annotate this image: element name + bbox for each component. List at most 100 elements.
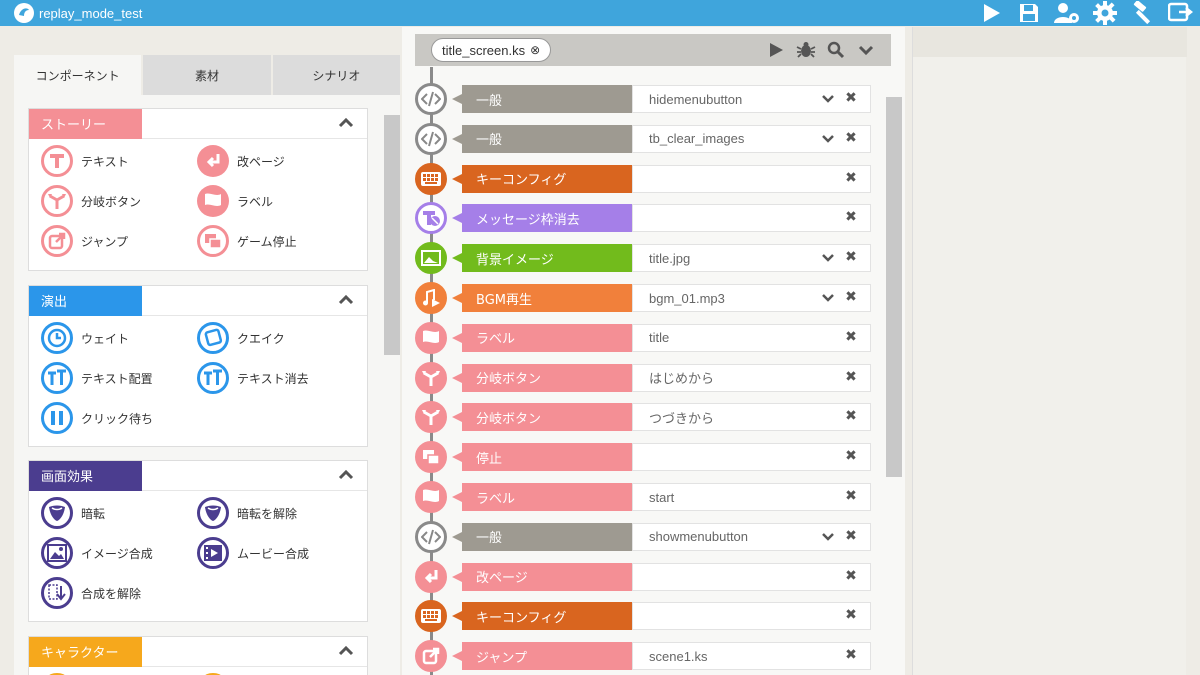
command-label[interactable]: 背景イメージ	[452, 244, 632, 273]
export-button[interactable]	[1162, 0, 1200, 26]
settings-button[interactable]	[1086, 0, 1124, 26]
delete-icon[interactable]: ✖	[843, 488, 859, 504]
component-wait[interactable]: ウェイト	[41, 322, 129, 354]
collapse-button[interactable]	[851, 38, 881, 62]
command-value[interactable]: tb_clear_images	[632, 124, 871, 153]
component-branch-button[interactable]: 分岐ボタン	[41, 185, 141, 217]
command-label[interactable]: 分岐ボタン	[452, 403, 632, 432]
chevron-up-icon[interactable]	[337, 114, 355, 132]
command-label[interactable]: ジャンプ	[452, 642, 632, 671]
component-fade-in[interactable]: 暗転を解除	[197, 497, 297, 529]
command-value[interactable]: bgm_01.mp3	[632, 284, 871, 312]
command-label[interactable]: キーコンフィグ	[452, 164, 632, 193]
scenario-row[interactable]: メッセージ枠消去 ✖	[415, 202, 875, 235]
delete-icon[interactable]: ✖	[843, 249, 859, 265]
command-label[interactable]: 改ページ	[452, 562, 632, 591]
scenario-row[interactable]: ラベル start ✖	[415, 481, 875, 513]
delete-icon[interactable]: ✖	[843, 568, 859, 584]
delete-icon[interactable]: ✖	[843, 369, 859, 385]
command-value[interactable]	[632, 164, 871, 193]
scenario-row[interactable]: 改ページ ✖	[415, 560, 875, 593]
scenario-row[interactable]: 停止 ✖	[415, 441, 875, 474]
search-button[interactable]	[821, 38, 851, 62]
user-settings-button[interactable]	[1048, 0, 1086, 26]
build-button[interactable]	[1124, 0, 1162, 26]
tab-components[interactable]: コンポーネント	[14, 55, 142, 95]
component-text-clear[interactable]: テキスト消去	[197, 362, 309, 394]
run-scenario-button[interactable]	[761, 38, 791, 62]
command-label[interactable]: 分岐ボタン	[452, 363, 632, 392]
command-label[interactable]: BGM再生	[452, 284, 632, 312]
command-value[interactable]: つづきから	[632, 403, 871, 432]
command-value[interactable]	[632, 562, 871, 591]
component-movie-compose[interactable]: ムービー合成	[197, 537, 309, 569]
component-fade-out[interactable]: 暗転	[41, 497, 105, 529]
scenario-row[interactable]: BGM再生 bgm_01.mp3 ✖	[415, 282, 875, 314]
component-image-compose[interactable]: イメージ合成	[41, 537, 153, 569]
component-text[interactable]: テキスト	[41, 145, 129, 177]
scenario-row[interactable]: 一般 tb_clear_images ✖	[415, 122, 875, 155]
scenario-row[interactable]: ラベル title ✖	[415, 321, 875, 354]
delete-icon[interactable]: ✖	[843, 90, 859, 106]
delete-icon[interactable]: ✖	[843, 448, 859, 464]
command-value[interactable]	[632, 443, 871, 472]
scenario-row[interactable]: キーコンフィグ ✖	[415, 162, 875, 195]
command-label[interactable]: 一般	[452, 124, 632, 153]
command-value[interactable]: title.jpg	[632, 244, 871, 273]
command-value[interactable]	[632, 204, 871, 233]
command-value[interactable]: title	[632, 323, 871, 352]
component-click-wait[interactable]: クリック待ち	[41, 402, 153, 434]
command-label[interactable]: メッセージ枠消去	[452, 204, 632, 233]
scenario-scrollbar[interactable]	[886, 97, 902, 477]
chevron-up-icon[interactable]	[337, 642, 355, 660]
component-label[interactable]: ラベル	[197, 185, 273, 217]
delete-icon[interactable]: ✖	[843, 408, 859, 424]
chevron-down-icon[interactable]	[821, 132, 835, 146]
component-game-stop[interactable]: ゲーム停止	[197, 225, 297, 257]
delete-icon[interactable]: ✖	[843, 289, 859, 305]
scenario-row[interactable]: 一般 hidemenubutton ✖	[415, 83, 875, 115]
tab-scenario[interactable]: シナリオ	[272, 55, 400, 95]
save-button[interactable]	[1010, 0, 1048, 26]
delete-icon[interactable]: ✖	[843, 607, 859, 623]
scenario-row[interactable]: 分岐ボタン つづきから ✖	[415, 401, 875, 434]
component-compose-clear[interactable]: 合成を解除	[41, 577, 141, 609]
delete-icon[interactable]: ✖	[843, 528, 859, 544]
chevron-up-icon[interactable]	[337, 291, 355, 309]
command-value[interactable]: showmenubutton	[632, 522, 871, 551]
command-label[interactable]: 停止	[452, 443, 632, 472]
debug-button[interactable]	[791, 38, 821, 62]
delete-icon[interactable]: ✖	[843, 209, 859, 225]
file-tab[interactable]: title_screen.ks ⊗	[431, 38, 552, 62]
scenario-row[interactable]: 一般 showmenubutton ✖	[415, 520, 875, 553]
scenario-row[interactable]: ジャンプ scene1.ks ✖	[415, 640, 875, 673]
component-scrollbar[interactable]	[384, 115, 400, 355]
component-jump[interactable]: ジャンプ	[41, 225, 128, 257]
scenario-row[interactable]: 分岐ボタン はじめから ✖	[415, 361, 875, 394]
chevron-up-icon[interactable]	[337, 466, 355, 484]
command-value[interactable]: はじめから	[632, 363, 871, 392]
delete-icon[interactable]: ✖	[843, 329, 859, 345]
command-label[interactable]: ラベル	[452, 483, 632, 511]
close-icon[interactable]: ⊗	[530, 43, 540, 57]
component-text-placement[interactable]: テキスト配置	[41, 362, 153, 394]
command-label[interactable]: 一般	[452, 85, 632, 113]
delete-icon[interactable]: ✖	[843, 130, 859, 146]
command-value[interactable]	[632, 602, 871, 631]
chevron-down-icon[interactable]	[821, 530, 835, 544]
component-page-break[interactable]: 改ページ	[197, 145, 285, 177]
tab-assets[interactable]: 素材	[143, 55, 271, 95]
command-value[interactable]: start	[632, 483, 871, 511]
command-value[interactable]: scene1.ks	[632, 642, 871, 671]
command-label[interactable]: 一般	[452, 522, 632, 551]
chevron-down-icon[interactable]	[821, 251, 835, 265]
command-label[interactable]: ラベル	[452, 323, 632, 352]
command-label[interactable]: キーコンフィグ	[452, 602, 632, 631]
scenario-row[interactable]: 背景イメージ title.jpg ✖	[415, 242, 875, 275]
delete-icon[interactable]: ✖	[843, 170, 859, 186]
command-value[interactable]: hidemenubutton	[632, 85, 871, 113]
delete-icon[interactable]: ✖	[843, 647, 859, 663]
component-quake[interactable]: クエイク	[197, 322, 285, 354]
chevron-down-icon[interactable]	[821, 291, 835, 305]
chevron-down-icon[interactable]	[821, 92, 835, 106]
